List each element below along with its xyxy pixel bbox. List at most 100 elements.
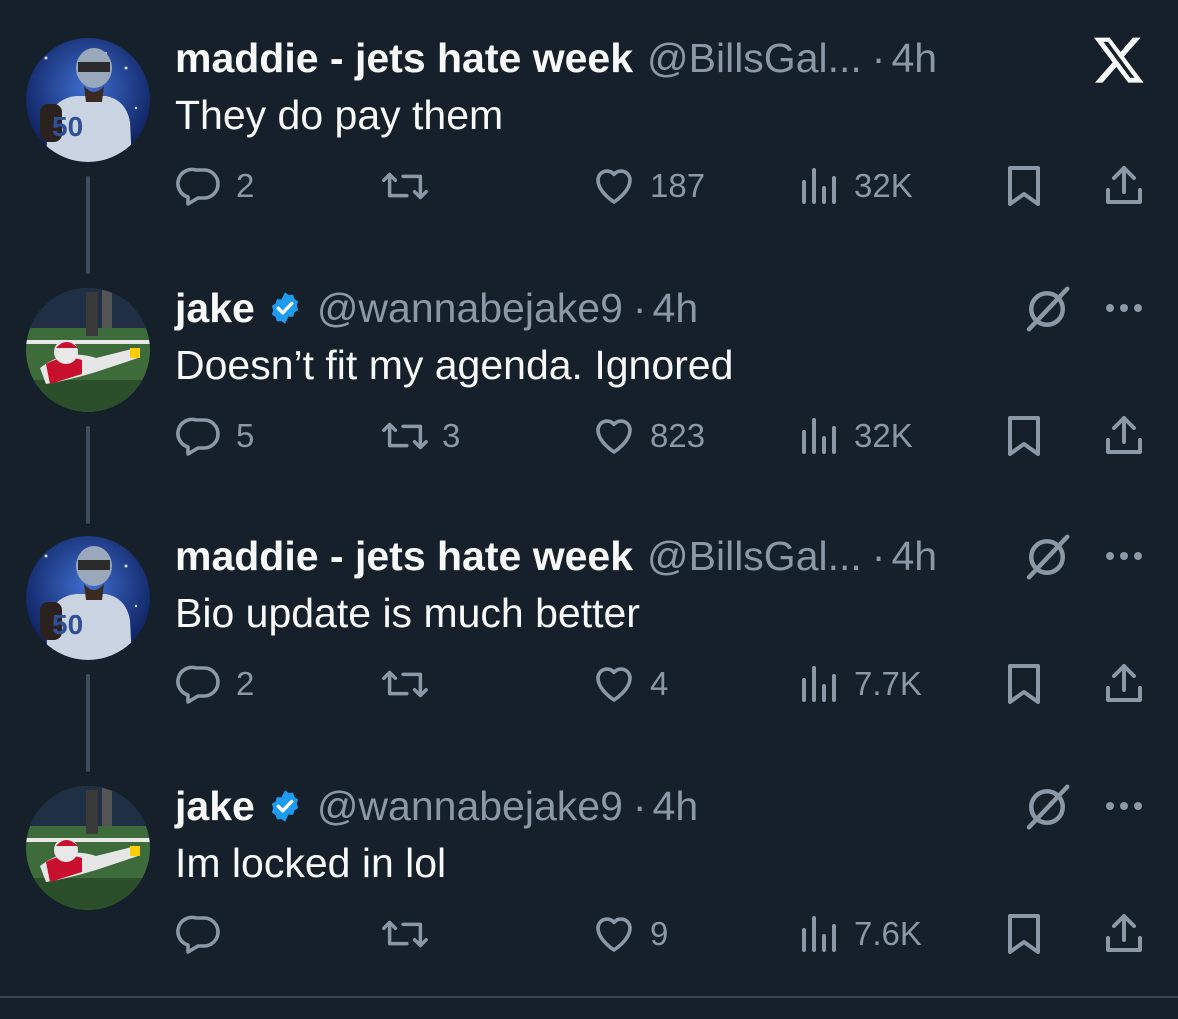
separator-dot: ·	[871, 35, 886, 81]
avatar-image: 50	[26, 38, 150, 162]
reply-icon	[176, 665, 220, 704]
like-button[interactable]: 4	[590, 660, 668, 708]
reply-button[interactable]: 2	[176, 162, 254, 210]
like-button[interactable]: 9	[590, 910, 668, 958]
tweet-actions: 2 187 32K	[0, 162, 1178, 210]
bookmark-button[interactable]	[1002, 162, 1046, 210]
tweet[interactable]: jake @wannabejake9 · 4h Im locked in lol	[0, 748, 1178, 998]
like-count: 823	[650, 417, 706, 454]
bookmark-button[interactable]	[1002, 412, 1046, 460]
retweet-icon	[382, 920, 428, 948]
grok-icon[interactable]	[1020, 780, 1074, 834]
tweet-thread: 50 maddie - jets hate week @BillsGal... …	[0, 0, 1178, 1019]
grok-icon[interactable]	[1020, 530, 1074, 584]
reply-count: 2	[236, 167, 255, 204]
heart-icon	[596, 917, 632, 952]
views-button[interactable]: 7.7K	[798, 660, 922, 708]
reply-count: 2	[236, 665, 255, 702]
separator-dot: ·	[871, 533, 886, 579]
views-icon	[802, 168, 836, 204]
tweet[interactable]: jake @wannabejake9 · 4h Doesn’t fit my a…	[0, 250, 1178, 524]
share-button[interactable]	[1100, 412, 1148, 460]
view-count: 7.6K	[854, 915, 922, 952]
reply-icon	[176, 915, 220, 954]
tweet-actions: 9 7.6K	[0, 910, 1178, 958]
timestamp[interactable]: 4h	[653, 286, 699, 330]
tweet-actions: 2 4 7.7K	[0, 660, 1178, 708]
like-count: 187	[650, 167, 706, 204]
verified-badge-icon[interactable]	[267, 788, 303, 824]
like-button[interactable]: 823	[590, 412, 705, 460]
retweet-count: 3	[442, 417, 461, 454]
user-handle[interactable]: @BillsGal...	[647, 534, 862, 578]
retweet-button[interactable]: 3	[380, 412, 460, 460]
bookmark-icon	[1008, 166, 1040, 206]
verified-badge-icon[interactable]	[267, 290, 303, 326]
svg-text:50: 50	[52, 609, 83, 640]
reply-button[interactable]: 2	[176, 660, 254, 708]
views-button[interactable]: 32K	[798, 412, 913, 460]
tweet-header: maddie - jets hate week @BillsGal... · 4…	[175, 36, 937, 80]
bookmark-icon	[1008, 416, 1040, 456]
bottom-strip	[0, 998, 1178, 1019]
share-icon	[1106, 166, 1142, 204]
tweet-header: maddie - jets hate week @BillsGal... · 4…	[175, 534, 937, 578]
x-logo-icon[interactable]	[1092, 32, 1146, 86]
views-icon	[802, 916, 836, 952]
tweet[interactable]: 50 maddie - jets hate week @BillsGal... …	[0, 0, 1178, 274]
views-icon	[802, 418, 836, 454]
avatar-jake[interactable]	[26, 288, 150, 412]
share-icon	[1106, 416, 1142, 454]
avatar-maddie[interactable]: 50	[26, 536, 150, 660]
like-count: 4	[650, 665, 669, 702]
tweet-text: Doesn’t fit my agenda. Ignored	[175, 342, 734, 388]
bookmark-button[interactable]	[1002, 910, 1046, 958]
svg-text:50: 50	[52, 111, 83, 142]
timestamp[interactable]: 4h	[891, 534, 937, 578]
bookmark-button[interactable]	[1002, 660, 1046, 708]
tweet-header: jake @wannabejake9 · 4h	[175, 286, 698, 330]
bookmark-icon	[1008, 914, 1040, 954]
retweet-button[interactable]	[380, 660, 442, 708]
user-handle[interactable]: @wannabejake9	[317, 784, 623, 828]
avatar-image	[26, 786, 150, 910]
share-button[interactable]	[1100, 910, 1148, 958]
heart-icon	[596, 169, 632, 204]
display-name[interactable]: maddie - jets hate week	[175, 36, 633, 80]
share-button[interactable]	[1100, 660, 1148, 708]
separator-dot: ·	[632, 285, 647, 331]
retweet-icon	[382, 422, 428, 450]
tweet-text: They do pay them	[175, 92, 504, 138]
display-name[interactable]: jake	[175, 286, 255, 330]
timestamp[interactable]: 4h	[891, 36, 937, 80]
reply-count: 5	[236, 417, 255, 454]
separator-dot: ·	[632, 783, 647, 829]
share-button[interactable]	[1100, 162, 1148, 210]
reply-button[interactable]: 5	[176, 412, 254, 460]
like-count: 9	[650, 915, 669, 952]
bookmark-icon	[1008, 664, 1040, 704]
retweet-icon	[382, 670, 428, 698]
retweet-button[interactable]	[380, 162, 442, 210]
reply-button[interactable]	[176, 910, 236, 958]
user-handle[interactable]: @BillsGal...	[647, 36, 862, 80]
like-button[interactable]: 187	[590, 162, 705, 210]
grok-icon[interactable]	[1020, 282, 1074, 336]
heart-icon	[596, 419, 632, 454]
retweet-icon	[382, 172, 428, 200]
timestamp[interactable]: 4h	[653, 784, 699, 828]
views-button[interactable]: 7.6K	[798, 910, 922, 958]
user-handle[interactable]: @wannabejake9	[317, 286, 623, 330]
more-options-icon[interactable]	[1100, 290, 1148, 326]
retweet-button[interactable]	[380, 910, 442, 958]
views-button[interactable]: 32K	[798, 162, 913, 210]
more-options-icon[interactable]	[1100, 538, 1148, 574]
avatar-maddie[interactable]: 50	[26, 38, 150, 162]
more-options-icon[interactable]	[1100, 788, 1148, 824]
reply-icon	[176, 167, 220, 206]
avatar-jake[interactable]	[26, 786, 150, 910]
display-name[interactable]: jake	[175, 784, 255, 828]
avatar-image: 50	[26, 536, 150, 660]
tweet[interactable]: 50 maddie - jets hate week @BillsGal... …	[0, 498, 1178, 772]
display-name[interactable]: maddie - jets hate week	[175, 534, 633, 578]
